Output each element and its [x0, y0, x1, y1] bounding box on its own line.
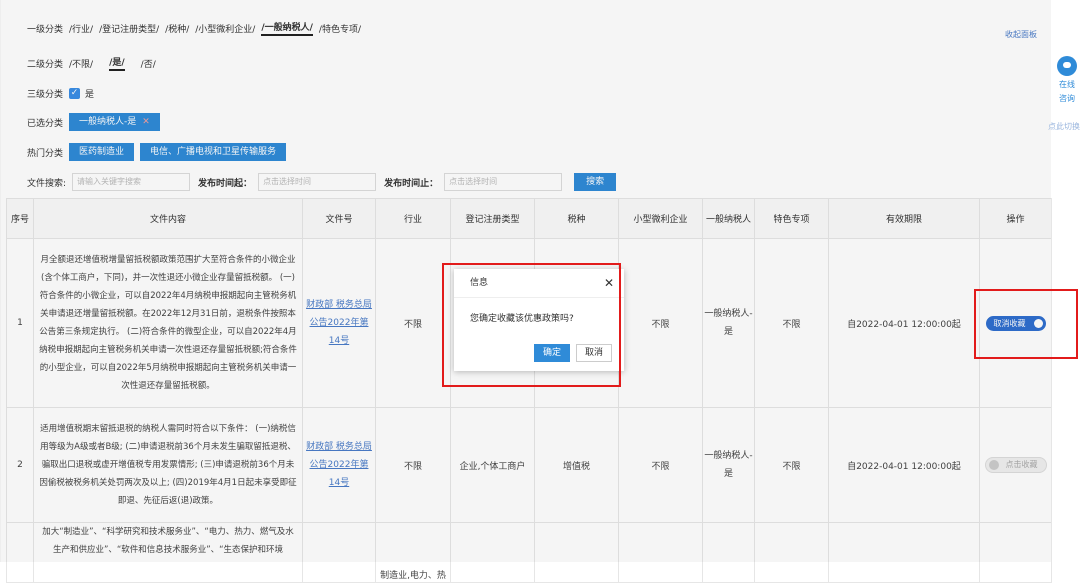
policy-panel: 一级分类 /行业/ /登记注册类型/ /税种/ /小型微利企业/ /一般纳税人/… — [0, 0, 1078, 583]
consult-label-2: 咨询 — [1059, 94, 1075, 103]
consult-label-1: 在线 — [1059, 80, 1075, 89]
dialog-highlight-box — [442, 263, 621, 387]
online-consult-widget[interactable]: 在线 咨询 — [1054, 56, 1080, 104]
action-highlight-box — [974, 289, 1078, 359]
switch-link[interactable]: 点此切换 — [1048, 121, 1080, 132]
chat-icon — [1057, 56, 1077, 76]
